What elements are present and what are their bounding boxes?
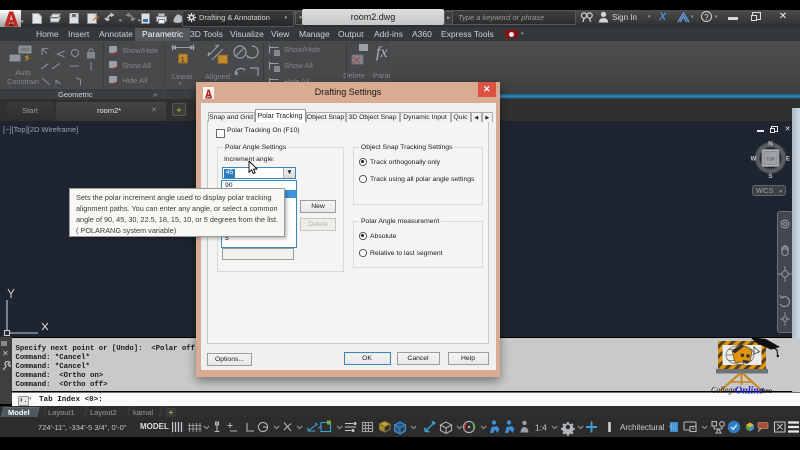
- svg-text:W: W: [750, 155, 756, 162]
- svg-text:College: College: [711, 386, 736, 395]
- svg-text:N: N: [768, 140, 773, 147]
- svg-text:S: S: [768, 173, 772, 180]
- svg-text:1: 1: [181, 55, 185, 64]
- svg-text:.bro: .bro: [760, 386, 773, 395]
- svg-text:1:4: 1:4: [535, 423, 547, 433]
- svg-text:Architectural: Architectural: [620, 423, 665, 432]
- svg-text:TOP: TOP: [766, 157, 775, 162]
- svg-text:E: E: [786, 155, 790, 162]
